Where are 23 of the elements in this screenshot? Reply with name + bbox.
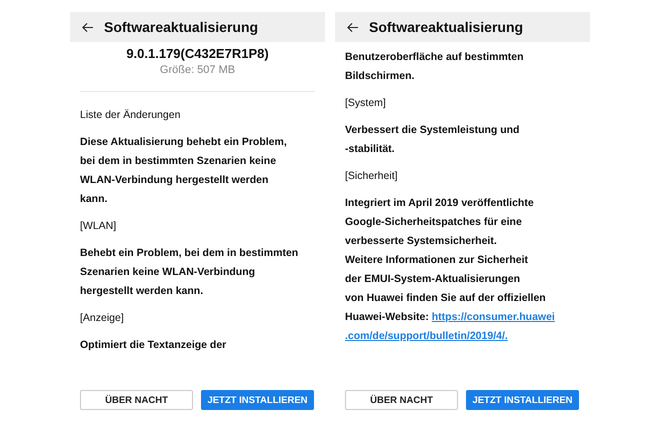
paragraph: Behebt ein Problem, bei dem in bestimmten Szenarien keine WLAN-Verbindung hergestellt werden kann. xyxy=(80,246,300,299)
section-heading: [System] xyxy=(345,96,387,111)
paragraph: Benutzeroberfläche auf bestimmten Bildschirmen. xyxy=(345,50,525,84)
link[interactable]: https://consumer.huawei xyxy=(432,311,555,323)
paragraph: Diese Aktualisierung behebt ein Problem, bei dem in bestimmten Szenarien keine WLAN-Verbindung hergestellt werden kann. xyxy=(80,135,288,207)
version-number: 9.0.1.179(C432E7R1P8) xyxy=(125,46,270,61)
section-heading: Liste der Änderungen xyxy=(80,108,182,123)
install-button[interactable]: JETZT INSTALLIEREN xyxy=(466,390,579,410)
later-button[interactable]: ÜBER NACHT xyxy=(80,390,193,410)
download-size: Größe: 507 MB xyxy=(158,64,236,76)
section-heading: [WLAN] xyxy=(80,219,118,234)
screen-title: Softwareaktualisierung xyxy=(369,19,524,35)
install-button[interactable]: JETZT INSTALLIEREN xyxy=(201,390,314,410)
paragraph: Integriert im April 2019 veröffentlichte Google-Sicherheitspatches für eine verbesserte Systemsicherheit. Weitere Informationen zur Sicherheit der EMUI-System-Aktualisierungen von Huawei finden Sie auf der offiziellen Huawei-Website: https://consumer.huawei .com/de/support/bulletin/2019/4/. xyxy=(345,196,556,344)
section-heading: [Anzeige] xyxy=(80,311,125,326)
later-button[interactable]: ÜBER NACHT xyxy=(345,390,458,410)
paragraph: Verbessert die Systemleistung und -stabilität. xyxy=(345,123,520,157)
link[interactable]: .com/de/support/bulletin/2019/4/. xyxy=(345,330,508,342)
back-arrow-icon[interactable] xyxy=(346,22,359,32)
back-arrow-icon[interactable] xyxy=(81,22,94,32)
section-heading: [Sicherheit] xyxy=(345,169,399,184)
screen-title: Softwareaktualisierung xyxy=(104,19,258,35)
paragraph: Optimiert die Textanzeige der xyxy=(80,338,228,353)
